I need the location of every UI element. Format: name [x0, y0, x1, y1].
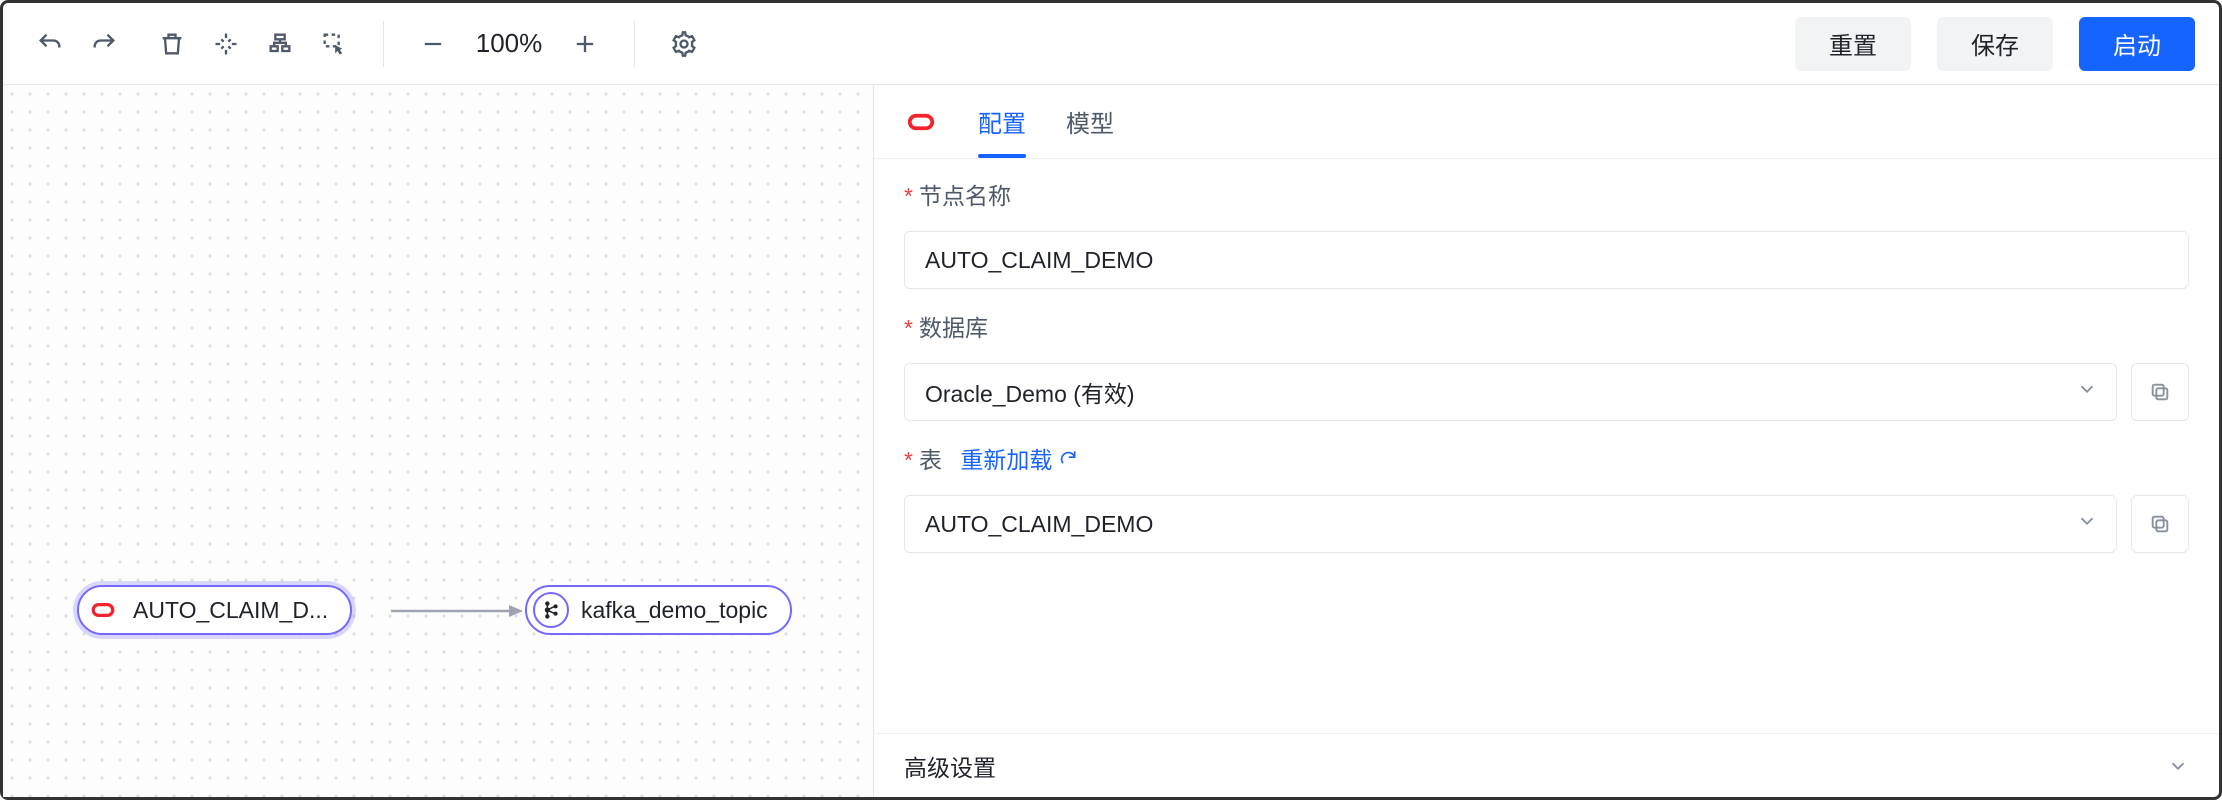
zoom-in-button[interactable] — [562, 21, 608, 67]
start-button[interactable]: 启动 — [2079, 17, 2195, 71]
selection-tool-button[interactable] — [311, 21, 357, 67]
delete-button[interactable] — [149, 21, 195, 67]
toolbar-separator — [383, 21, 384, 67]
table-select[interactable]: AUTO_CLAIM_DEMO — [904, 495, 2117, 553]
flow-node-target[interactable]: kafka_demo_topic — [525, 585, 792, 635]
advanced-settings-toggle[interactable]: 高级设置 — [874, 733, 2219, 797]
chevron-down-icon — [2167, 755, 2189, 777]
flow-node-label: AUTO_CLAIM_D... — [133, 597, 328, 624]
field-label-table: *表 重新加载 — [904, 441, 2189, 475]
toolbar: 100% 重置 保存 启动 — [3, 3, 2219, 85]
toolbar-separator — [634, 21, 635, 67]
zoom-out-button[interactable] — [410, 21, 456, 67]
advanced-settings-label: 高级设置 — [904, 749, 996, 783]
reset-button[interactable]: 重置 — [1795, 17, 1911, 71]
kafka-icon — [533, 592, 569, 628]
tab-config[interactable]: 配置 — [978, 85, 1026, 158]
oracle-icon — [85, 592, 121, 628]
panel-tabs: 配置 模型 — [874, 85, 2219, 159]
center-icon — [212, 30, 240, 58]
field-label-database: *数据库 — [904, 309, 2189, 343]
node-name-input[interactable] — [904, 231, 2189, 289]
flow-node-source[interactable]: AUTO_CLAIM_D... — [77, 585, 352, 635]
plus-icon — [571, 30, 599, 58]
trash-icon — [158, 30, 186, 58]
zoom-level: 100% — [464, 28, 554, 59]
config-panel: 配置 模型 *节点名称 *数据库 Oracle_Demo (有效) — [873, 85, 2219, 797]
zoom-controls: 100% — [410, 21, 608, 67]
settings-button[interactable] — [661, 21, 707, 67]
undo-button[interactable] — [27, 21, 73, 67]
save-button[interactable]: 保存 — [1937, 17, 2053, 71]
undo-icon — [36, 30, 64, 58]
selection-icon — [320, 30, 348, 58]
copy-database-button[interactable] — [2131, 363, 2189, 421]
flow-edge[interactable] — [391, 601, 525, 621]
center-button[interactable] — [203, 21, 249, 67]
refresh-icon — [1058, 448, 1078, 468]
chevron-down-icon — [2076, 510, 2098, 538]
database-select-value: Oracle_Demo (有效) — [925, 375, 1135, 409]
reload-tables-link[interactable]: 重新加载 — [960, 441, 1078, 475]
table-select-value: AUTO_CLAIM_DEMO — [925, 511, 1153, 538]
redo-button[interactable] — [81, 21, 127, 67]
flow-node-label: kafka_demo_topic — [581, 597, 768, 624]
copy-icon — [2149, 513, 2171, 535]
minus-icon — [419, 30, 447, 58]
flow-canvas[interactable]: AUTO_CLAIM_D... kafka_demo_topic — [3, 85, 873, 797]
auto-layout-button[interactable] — [257, 21, 303, 67]
field-label-node-name: *节点名称 — [904, 177, 2189, 211]
tab-model[interactable]: 模型 — [1066, 85, 1114, 158]
redo-icon — [90, 30, 118, 58]
chevron-down-icon — [2076, 378, 2098, 406]
copy-table-button[interactable] — [2131, 495, 2189, 553]
gear-icon — [670, 30, 698, 58]
oracle-icon — [904, 105, 938, 139]
copy-icon — [2149, 381, 2171, 403]
layout-icon — [266, 30, 294, 58]
database-select[interactable]: Oracle_Demo (有效) — [904, 363, 2117, 421]
